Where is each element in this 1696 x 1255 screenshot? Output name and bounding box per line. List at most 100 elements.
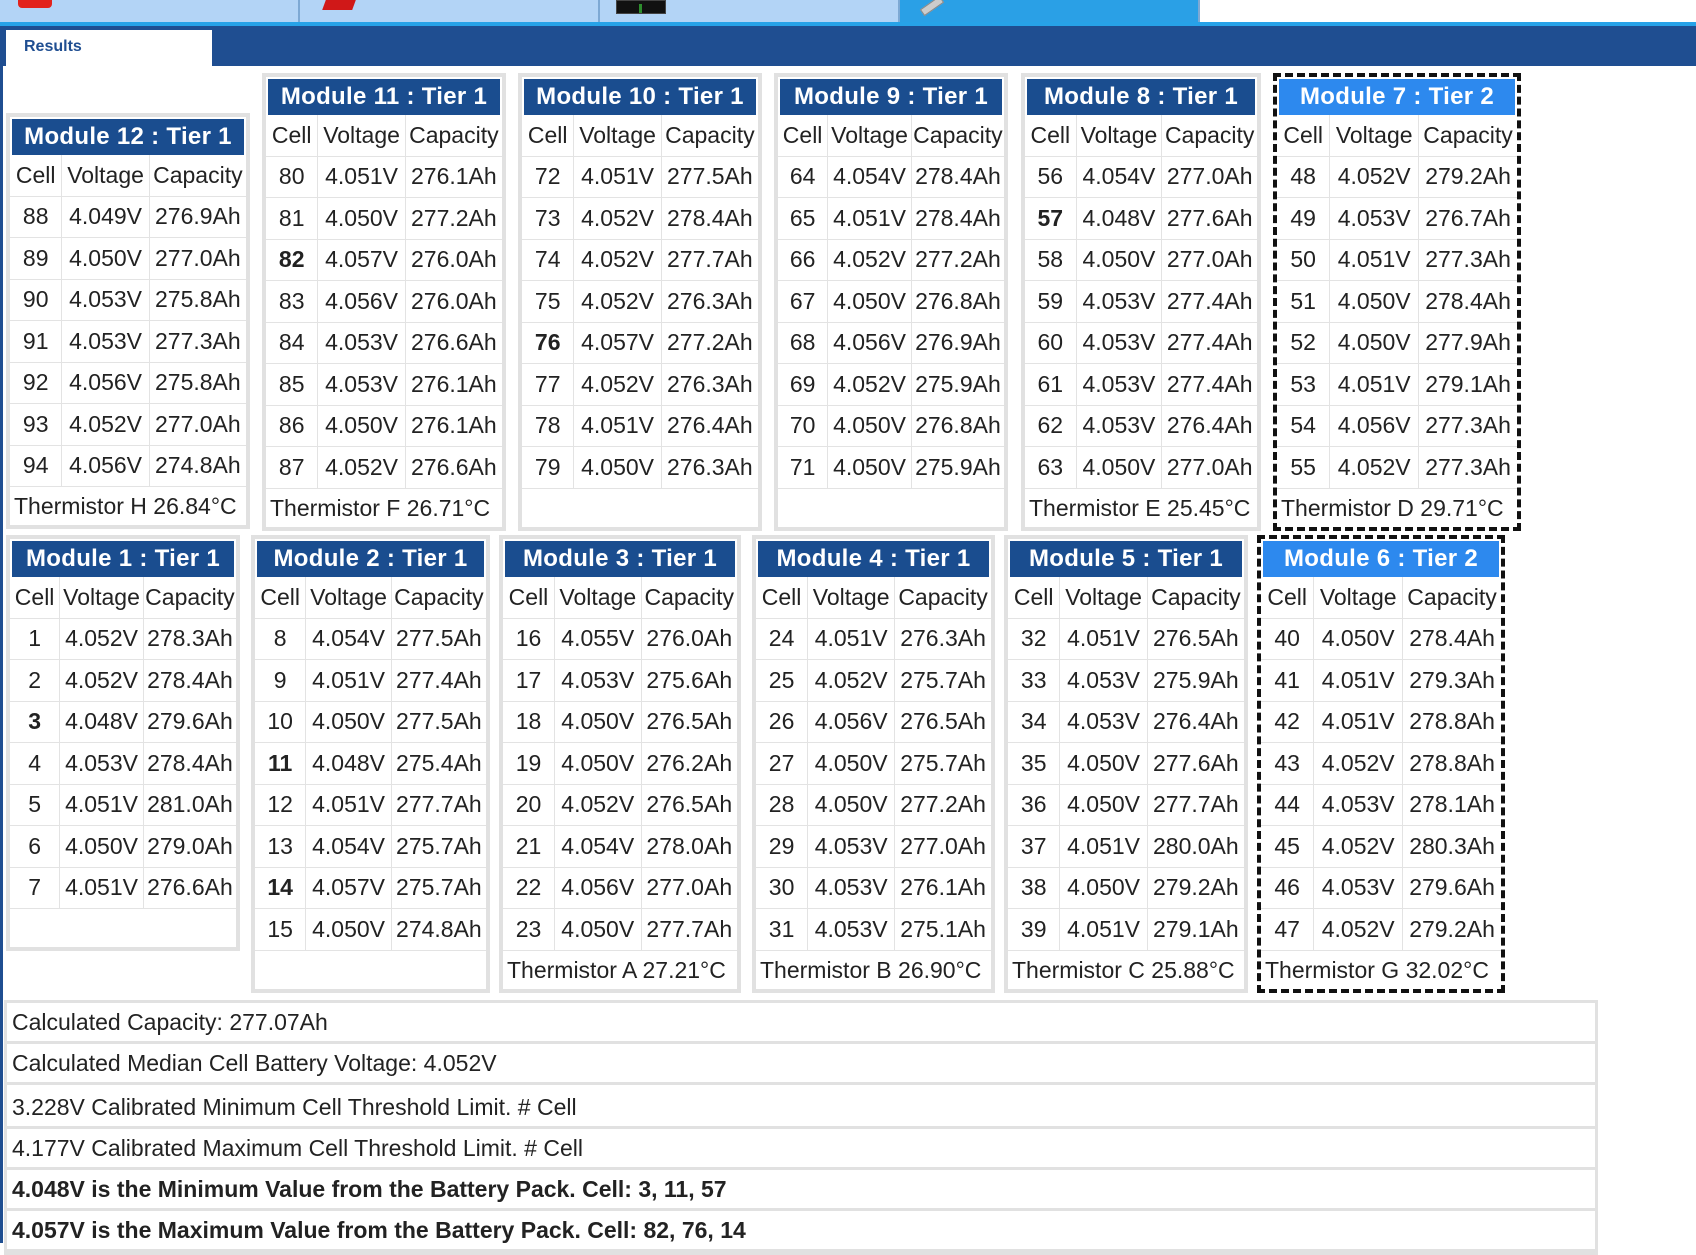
- table-header-row: Cell Voltage Capacity: [10, 155, 246, 197]
- cell-number: 35: [1008, 742, 1061, 785]
- cell-voltage: 4.053V: [317, 363, 406, 406]
- table-row: 52 4.050V 277.9Ah: [1277, 322, 1517, 364]
- col-header-cell: Cell: [1008, 577, 1061, 619]
- table-row: 89 4.050V 277.0Ah: [10, 237, 246, 280]
- cell-capacity: 277.5Ah: [391, 618, 486, 660]
- cell-number: 29: [756, 825, 809, 868]
- cell-number: 34: [1008, 701, 1061, 743]
- table-row: 50 4.051V 277.3Ah: [1277, 239, 1517, 281]
- table-row: 82 4.057V 276.0Ah: [266, 239, 502, 281]
- cell-voltage: 4.050V: [305, 908, 392, 951]
- cell-capacity: 277.9Ah: [1418, 322, 1517, 364]
- table-row: 93 4.052V 277.0Ah: [10, 403, 246, 446]
- table-header-row: Cell Voltage Capacity: [10, 577, 236, 619]
- table-row: 18 4.050V 276.5Ah: [503, 701, 737, 743]
- cell-number: 42: [1261, 701, 1315, 743]
- cell-voltage: 4.050V: [1059, 784, 1148, 826]
- module-7-panel: Module 7 : Tier 2 Cell Voltage Capacity 48 4.…: [1273, 73, 1521, 531]
- cell-capacity: 276.6Ah: [405, 446, 502, 489]
- table-row: 83 4.056V 276.0Ah: [266, 280, 502, 323]
- cell-number: 17: [503, 659, 555, 702]
- thermistor-reading: Thermistor C 25.88°C: [1012, 956, 1235, 983]
- col-header-voltage: Voltage: [573, 115, 662, 157]
- cell-capacity: 275.6Ah: [641, 659, 737, 702]
- table-row: 62 4.053V 276.4Ah: [1025, 405, 1257, 447]
- cell-number: 74: [522, 239, 575, 281]
- module-8-panel: Module 8 : Tier 1 Cell Voltage Capacity 56 4.…: [1021, 73, 1261, 531]
- cell-voltage: 4.050V: [573, 446, 662, 489]
- cell-voltage: 4.056V: [1329, 405, 1420, 447]
- cell-voltage: 4.057V: [305, 867, 392, 909]
- min-value: 4.048V is the Minimum Value from the Bat…: [7, 1170, 1595, 1211]
- table-header-row: Cell Voltage Capacity: [255, 577, 486, 619]
- cell-number: 63: [1025, 446, 1077, 489]
- table-row: 3 4.048V 279.6Ah: [10, 701, 236, 743]
- table-row: 24 4.051V 276.3Ah: [756, 618, 991, 660]
- cell-number: 66: [778, 239, 829, 281]
- table-row: 94 4.056V 274.8Ah: [10, 445, 246, 487]
- cell-capacity: 277.3Ah: [1418, 446, 1517, 489]
- cell-voltage: 4.052V: [1313, 825, 1404, 868]
- cell-capacity: 277.2Ah: [911, 239, 1004, 281]
- table-row: 67 4.050V 276.8Ah: [778, 280, 1004, 323]
- cell-voltage: 4.051V: [1329, 239, 1420, 281]
- table-header-row: Cell Voltage Capacity: [778, 115, 1004, 157]
- cell-capacity: 277.2Ah: [405, 197, 502, 240]
- cell-number: 12: [255, 784, 307, 826]
- table-row: 9 4.051V 277.4Ah: [255, 659, 486, 702]
- col-header-voltage: Voltage: [1313, 577, 1404, 619]
- cell-capacity: 276.8Ah: [911, 280, 1004, 323]
- cell-voltage: 4.051V: [305, 659, 392, 702]
- module-10-panel: Module 10 : Tier 1 Cell Voltage Capacity 72 4…: [518, 73, 762, 531]
- table-row: 79 4.050V 276.3Ah: [522, 446, 758, 489]
- toolbar-tab-1[interactable]: [0, 0, 300, 22]
- col-header-voltage: Voltage: [1059, 577, 1148, 619]
- cell-capacity: 274.8Ah: [391, 908, 486, 951]
- cell-number: 5: [10, 784, 61, 826]
- cell-number: 31: [756, 908, 809, 951]
- cell-voltage: 4.050V: [1059, 867, 1148, 909]
- cell-capacity: 277.0Ah: [1161, 156, 1257, 198]
- table-row: 53 4.051V 279.1Ah: [1277, 363, 1517, 406]
- cell-table: Cell Voltage Capacity 8 4.054V 277.5Ah 9 4.051V…: [255, 577, 486, 951]
- cell-capacity: 276.1Ah: [405, 405, 502, 447]
- cell-number: 64: [778, 156, 829, 198]
- toolbar-tab-3[interactable]: [600, 0, 900, 22]
- cell-capacity: 274.8Ah: [149, 445, 246, 487]
- cell-number: 80: [266, 156, 319, 198]
- cell-number: 57: [1025, 197, 1077, 240]
- top-toolbar: [0, 0, 1696, 22]
- table-row: 88 4.049V 276.9Ah: [10, 196, 246, 238]
- cell-voltage: 4.051V: [1059, 825, 1148, 868]
- table-row: 91 4.053V 277.3Ah: [10, 320, 246, 363]
- cell-number: 73: [522, 197, 575, 240]
- cell-capacity: 278.0Ah: [641, 825, 737, 868]
- cell-capacity: 275.4Ah: [391, 742, 486, 785]
- table-row: 80 4.051V 276.1Ah: [266, 156, 502, 198]
- cell-voltage: 4.053V: [1313, 784, 1404, 826]
- toolbar-tab-4[interactable]: [900, 0, 1200, 22]
- cell-capacity: 278.4Ah: [661, 197, 758, 240]
- results-tab[interactable]: Results: [6, 30, 212, 66]
- cell-capacity: 276.0Ah: [405, 239, 502, 281]
- table-row: 33 4.053V 275.9Ah: [1008, 659, 1244, 702]
- cell-number: 3: [10, 701, 61, 743]
- table-row: 86 4.050V 276.1Ah: [266, 405, 502, 447]
- cell-number: 93: [10, 403, 63, 446]
- cell-number: 40: [1261, 618, 1315, 660]
- cell-capacity: 275.8Ah: [149, 362, 246, 404]
- col-header-cell: Cell: [756, 577, 809, 619]
- table-header-row: Cell Voltage Capacity: [1008, 577, 1244, 619]
- table-row: 29 4.053V 277.0Ah: [756, 825, 991, 868]
- cell-capacity: 275.7Ah: [391, 867, 486, 909]
- cell-voltage: 4.051V: [1059, 908, 1148, 951]
- cell-number: 79: [522, 446, 575, 489]
- table-row: 42 4.051V 278.8Ah: [1261, 701, 1501, 743]
- toolbar-tab-2[interactable]: [300, 0, 600, 22]
- cell-voltage: 4.052V: [317, 446, 406, 489]
- table-row: 90 4.053V 275.8Ah: [10, 279, 246, 321]
- table-row: 43 4.052V 278.8Ah: [1261, 742, 1501, 785]
- table-row: 17 4.053V 275.6Ah: [503, 659, 737, 702]
- col-header-capacity: Capacity: [661, 115, 758, 157]
- cell-voltage: 4.057V: [573, 322, 662, 364]
